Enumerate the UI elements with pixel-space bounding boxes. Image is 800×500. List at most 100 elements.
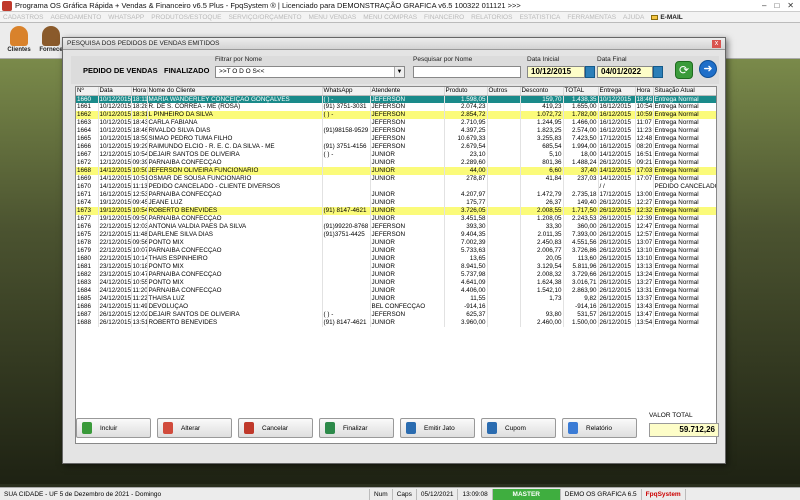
table-row[interactable]: 1674 19/12/2015 09:45 JEANE LUZ JUNIOR 175,77… (76, 199, 716, 207)
column-header[interactable]: Hora (635, 87, 654, 96)
action-button[interactable]: Relatório (562, 418, 637, 438)
table-cell: 3.726,86 (563, 247, 599, 255)
end-calendar-icon[interactable] (653, 66, 663, 78)
menu-item[interactable]: PRODUTOS/ESTOQUE (151, 14, 221, 21)
action-button[interactable]: Cupom (481, 418, 556, 438)
action-button[interactable]: Finalizar (319, 418, 394, 438)
table-cell: JUNIOR (370, 295, 445, 303)
table-row[interactable]: 1676 22/12/2015 12:03 ANTONIA VALDIA PAES D… (76, 223, 716, 231)
menu-item[interactable]: AGENDAMENTO (50, 14, 101, 21)
column-header[interactable]: Data (98, 87, 132, 96)
column-header[interactable]: Desconto (520, 87, 564, 96)
menu-item[interactable]: WHATSAPP (108, 14, 144, 21)
start-calendar-icon[interactable] (585, 66, 595, 78)
menu-item[interactable]: FINANCEIRO (424, 14, 464, 21)
table-cell: JUNIOR (370, 239, 445, 247)
table-cell: ( ) - (322, 151, 371, 159)
table-row[interactable]: 1670 14/12/2015 11:13 PEDIDO CANCELADO - CL… (76, 183, 716, 191)
table-row[interactable]: 1681 23/12/2015 10:18 PONTO MIX JUNIOR 8.941,… (76, 263, 716, 271)
menu-item[interactable]: AJUDA (623, 14, 644, 21)
table-row[interactable]: 1661 10/12/2015 18:28 R. DE S. CORREA - ME … (76, 103, 716, 111)
table-row[interactable]: 1662 10/12/2015 18:31 L PINHEIRO DA SILVA( … (76, 111, 716, 119)
menu-item[interactable]: MENU VENDAS (309, 14, 357, 21)
table-row[interactable]: 1667 12/12/2015 10:54 DEJAIR SANTOS DE OLIV… (76, 151, 716, 159)
maximize-icon[interactable]: □ (774, 1, 779, 10)
minimize-icon[interactable]: – (762, 1, 766, 10)
search-name-input[interactable] (413, 66, 521, 78)
table-row[interactable]: 1687 26/12/2015 12:02 DEJAIR SANTOS DE OLIV… (76, 311, 716, 319)
table-cell: 09:45 (131, 199, 148, 207)
column-header[interactable]: Produto (444, 87, 488, 96)
table-row[interactable]: 1683 24/12/2015 10:55 PONTO MIX JUNIOR 4.641,… (76, 279, 716, 287)
column-header[interactable]: Entrega (598, 87, 636, 96)
table-cell: 13:47 (635, 311, 654, 319)
menu-item[interactable]: FERRAMENTAS (567, 14, 616, 21)
menu-item[interactable]: MENU COMPRAS (363, 14, 417, 21)
table-cell: 10:14 (131, 255, 148, 263)
table-row[interactable]: 1668 14/12/2015 10:50 JEFERSON OLIVEIRA FUN… (76, 167, 716, 175)
column-header[interactable]: Hora (131, 87, 148, 96)
toolbar-button-label: Fornece (39, 47, 63, 53)
refresh-icon[interactable]: ⟳ (675, 61, 693, 79)
table-row[interactable]: 1666 10/12/2015 19:29 RAIMUNDO ELCIO - R. E… (76, 143, 716, 151)
column-header[interactable]: TOTAL (563, 87, 599, 96)
table-row[interactable]: 1660 10/12/2015 18:11 MARIA WANDERLEY CONCE… (76, 95, 716, 103)
menu-item[interactable]: RELATORIOS (471, 14, 512, 21)
column-header[interactable]: Nome do Cliente (147, 87, 323, 96)
table-cell: 1.598,05 (444, 95, 488, 103)
table-row[interactable]: 1665 10/12/2015 18:59 SIMAO PEDRO TUMA FILH… (76, 135, 716, 143)
start-date-input[interactable]: 10/12/2015 (527, 66, 585, 78)
email-menu-item[interactable]: E-MAIL (651, 14, 683, 21)
menu-item[interactable]: CADASTROS (3, 14, 43, 21)
table-row[interactable]: 1679 22/12/2015 10:07 PARNAIBA CONFECÇÃO JUN… (76, 247, 716, 255)
table-cell: 419,23 (520, 103, 564, 111)
table-cell: (91)98158-9529 (322, 127, 371, 135)
table-cell: 11:07 (635, 119, 654, 127)
table-row[interactable]: 1664 10/12/2015 18:46 RIVALDO SILVA DIAS (91… (76, 127, 716, 135)
table-cell: JEFERSON (370, 311, 445, 319)
close-icon[interactable]: x (712, 39, 721, 48)
table-row[interactable]: 1677 19/12/2015 09:50 PARNAIBA CONFECÇÃO JUN… (76, 215, 716, 223)
action-button[interactable]: Alterar (157, 418, 232, 438)
table-cell: Entrega Normal (653, 103, 716, 111)
column-header[interactable]: Nº (76, 87, 99, 96)
table-row[interactable]: 1673 19/12/2015 10:54 ROBERTO BENEVIDES (91)… (76, 207, 716, 215)
next-arrow-icon[interactable]: ➜ (699, 60, 717, 78)
menu-item[interactable]: SERVIÇO/ORÇAMENTO (228, 14, 301, 21)
end-date-input[interactable]: 04/01/2022 (597, 66, 653, 78)
column-header[interactable]: Outros (487, 87, 521, 96)
action-button[interactable]: Incluir (76, 418, 151, 438)
table-cell: 18:28 (131, 103, 148, 111)
table-cell: JEFERSON (370, 135, 445, 143)
table-cell: ( ) - (322, 311, 371, 319)
table-cell: JEFERSON (370, 143, 445, 151)
table-row[interactable]: 1682 23/12/2015 10:47 PARNAIBA CONFECÇÃO JUN… (76, 271, 716, 279)
table-row[interactable]: 1688 26/12/2015 13:51 ROBERTO BENEVIDES (91)… (76, 319, 716, 327)
close-window-icon[interactable]: ✕ (787, 1, 794, 10)
column-header[interactable]: Situação Atual (653, 87, 716, 96)
table-row[interactable]: 1663 10/12/2015 18:43 CARLA FABIANA JEFERSON… (76, 119, 716, 127)
action-button[interactable]: Emitir Jato (400, 418, 475, 438)
chevron-down-icon[interactable]: ▼ (394, 67, 404, 77)
action-button[interactable]: Cancelar (238, 418, 313, 438)
table-row[interactable]: 1680 22/12/2015 10:14 THAIS ESPINHEIRO JUNIO… (76, 255, 716, 263)
table-cell: OSMAR DE SOUSA FUNCIONARIO (147, 175, 323, 183)
table-cell: 18:59 (131, 135, 148, 143)
table-row[interactable]: 1678 22/12/2015 09:56 PONTO MIX JUNIOR 7.002,… (76, 239, 716, 247)
table-cell: Entrega Normal (653, 215, 716, 223)
column-header[interactable]: Atendente (370, 87, 445, 96)
table-cell: 1688 (76, 319, 99, 327)
column-header[interactable]: WhatsApp (322, 87, 371, 96)
filter-name-select[interactable]: >>T O D O S<< ▼ (215, 66, 405, 78)
toolbar-button[interactable]: Fornece (38, 23, 64, 53)
table-row[interactable]: 1669 14/12/2015 10:51 OSMAR DE SOUSA FUNCIO… (76, 175, 716, 183)
table-row[interactable]: 1675 22/12/2015 11:48 DARLENE SILVA DIAS (91… (76, 231, 716, 239)
menu-item[interactable]: ESTATISTICA (519, 14, 560, 21)
table-cell: 14/12/2015 (98, 183, 132, 191)
toolbar-button[interactable]: Clientes (6, 23, 32, 53)
table-row[interactable]: 1684 24/12/2015 11:20 PARNAIBA CONFECÇÃO JUN… (76, 287, 716, 295)
table-row[interactable]: 1672 12/12/2015 09:39 PARNAIBA CONFECÇÃO JUN… (76, 159, 716, 167)
table-row[interactable]: 1686 24/12/2015 11:49 DEVOLUÇÃO BEL CONFECÇÃ… (76, 303, 716, 311)
table-row[interactable]: 1685 24/12/2015 11:22 THAISA LUZ JUNIOR 11,55… (76, 295, 716, 303)
table-row[interactable]: 1671 16/12/2015 12:53 PARNAIBA CONFECÇÃO JUN… (76, 191, 716, 199)
